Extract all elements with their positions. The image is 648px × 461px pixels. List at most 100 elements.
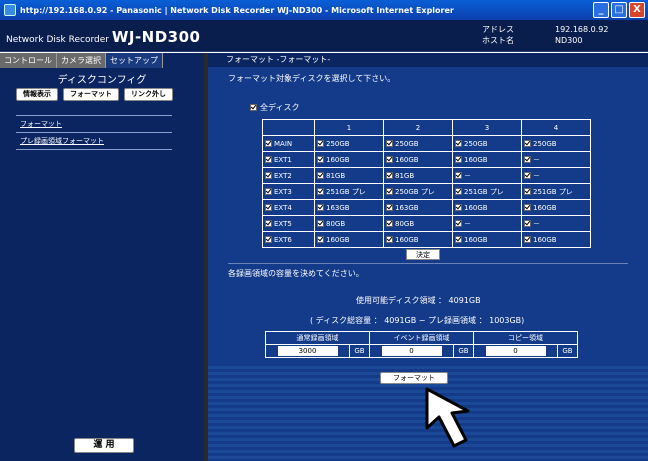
disk-checkbox[interactable] xyxy=(524,171,531,179)
sidebar-item-pre-record-format[interactable]: プレ録画領域フォーマット xyxy=(16,133,172,150)
disk-cell[interactable]: 81GB xyxy=(383,167,453,184)
tab-camera-select[interactable]: カメラ選択 xyxy=(57,53,106,68)
disk-checkbox[interactable] xyxy=(317,219,324,227)
disk-checkbox[interactable] xyxy=(524,155,531,163)
column-header xyxy=(262,119,315,136)
disk-checkbox[interactable] xyxy=(455,139,462,147)
row-label-cell[interactable]: EXT6 xyxy=(262,231,315,248)
disk-cell[interactable]: － xyxy=(452,167,522,184)
row-checkbox[interactable] xyxy=(265,203,272,211)
brand-prefix: Network Disk Recorder xyxy=(6,35,112,45)
disk-checkbox[interactable] xyxy=(386,235,393,243)
disk-checkbox[interactable] xyxy=(386,139,393,147)
decide-button[interactable]: 決定 xyxy=(406,249,440,260)
disk-cell[interactable]: － xyxy=(452,215,522,232)
ie-icon xyxy=(4,4,16,16)
disk-checkbox[interactable] xyxy=(455,219,462,227)
info-button[interactable]: 情報表示 xyxy=(16,88,58,101)
disk-checkbox[interactable] xyxy=(455,235,462,243)
row-checkbox[interactable] xyxy=(265,219,272,227)
disk-checkbox[interactable] xyxy=(455,187,462,195)
disk-cell[interactable]: 80GB xyxy=(383,215,453,232)
row-checkbox[interactable] xyxy=(265,235,272,243)
all-disks-option[interactable]: 全ディスク xyxy=(250,102,299,113)
disk-cell[interactable]: 251GB プレ xyxy=(452,183,522,200)
disk-checkbox[interactable] xyxy=(386,219,393,227)
disk-checkbox[interactable] xyxy=(317,155,324,163)
disk-cell[interactable]: 160GB xyxy=(383,231,453,248)
disk-capacity: 251GB プレ xyxy=(464,187,504,196)
disk-checkbox[interactable] xyxy=(524,187,531,195)
disk-checkbox[interactable] xyxy=(317,139,324,147)
disk-checkbox[interactable] xyxy=(524,219,531,227)
disk-cell[interactable]: 81GB xyxy=(314,167,384,184)
table-row: EXT4 163GB 163GB 160GB 160GB xyxy=(262,199,591,216)
disk-cell[interactable]: 250GB xyxy=(314,135,384,152)
sidebar-item-format[interactable]: フォーマット xyxy=(16,116,172,133)
disk-capacity: 80GB xyxy=(326,219,346,228)
table-row: EXT6 160GB 160GB 160GB 160GB xyxy=(262,231,591,248)
disk-checkbox[interactable] xyxy=(455,203,462,211)
disk-checkbox[interactable] xyxy=(317,187,324,195)
disk-checkbox[interactable] xyxy=(386,203,393,211)
disk-cell[interactable]: 160GB xyxy=(452,231,522,248)
disk-cell[interactable]: － xyxy=(521,215,591,232)
disk-cell[interactable]: 160GB xyxy=(383,151,453,168)
all-disks-checkbox[interactable] xyxy=(250,104,257,111)
disk-cell[interactable]: 251GB プレ xyxy=(521,183,591,200)
close-button[interactable]: X xyxy=(629,2,645,18)
disk-cell[interactable]: 163GB xyxy=(314,199,384,216)
maximize-button[interactable]: □ xyxy=(611,2,627,18)
row-label-cell[interactable]: EXT5 xyxy=(262,215,315,232)
disk-cell[interactable]: 250GB xyxy=(383,135,453,152)
row-label-cell[interactable]: EXT2 xyxy=(262,167,315,184)
disk-cell[interactable]: 250GB プレ xyxy=(383,183,453,200)
disk-cell[interactable]: 160GB xyxy=(452,151,522,168)
window-titlebar: http://192.168.0.92 - Panasonic | Networ… xyxy=(0,0,648,20)
disk-cell[interactable]: 163GB xyxy=(383,199,453,216)
row-label-cell[interactable]: EXT3 xyxy=(262,183,315,200)
event-record-input[interactable]: 0 xyxy=(381,346,442,356)
disk-cell[interactable]: 250GB xyxy=(452,135,522,152)
disk-capacity: 163GB xyxy=(326,203,350,212)
disk-cell[interactable]: － xyxy=(521,167,591,184)
disk-checkbox[interactable] xyxy=(524,139,531,147)
normal-record-input[interactable]: 3000 xyxy=(277,346,338,356)
row-checkbox[interactable] xyxy=(265,139,272,147)
disk-checkbox[interactable] xyxy=(317,171,324,179)
disk-cell[interactable]: 160GB xyxy=(452,199,522,216)
disk-checkbox[interactable] xyxy=(386,187,393,195)
disk-cell[interactable]: 80GB xyxy=(314,215,384,232)
disk-checkbox[interactable] xyxy=(524,235,531,243)
row-checkbox[interactable] xyxy=(265,171,272,179)
disk-checkbox[interactable] xyxy=(386,171,393,179)
unlink-button[interactable]: リンク外し xyxy=(124,88,173,101)
disk-cell[interactable]: － xyxy=(521,151,591,168)
minimize-button[interactable]: _ xyxy=(593,2,609,18)
unit-label: GB xyxy=(557,344,578,358)
copy-area-input[interactable]: 0 xyxy=(485,346,546,356)
tab-control[interactable]: コントロール xyxy=(0,53,57,68)
disk-checkbox[interactable] xyxy=(455,171,462,179)
disk-checkbox[interactable] xyxy=(317,203,324,211)
row-label-cell[interactable]: MAIN xyxy=(262,135,315,152)
disk-cell[interactable]: 160GB xyxy=(314,231,384,248)
format-tab-button[interactable]: フォーマット xyxy=(63,88,119,101)
disk-cell[interactable]: 250GB xyxy=(521,135,591,152)
disk-cell[interactable]: 160GB xyxy=(521,231,591,248)
disk-cell[interactable]: 160GB xyxy=(521,199,591,216)
row-checkbox[interactable] xyxy=(265,155,272,163)
run-button[interactable]: 運 用 xyxy=(74,438,134,453)
disk-cell[interactable]: 160GB xyxy=(314,151,384,168)
disk-checkbox[interactable] xyxy=(386,155,393,163)
disk-cell[interactable]: 251GB プレ xyxy=(314,183,384,200)
format-button[interactable]: フォーマット xyxy=(380,372,448,384)
disk-checkbox[interactable] xyxy=(524,203,531,211)
tab-setup[interactable]: セットアップ xyxy=(106,53,163,68)
disk-checkbox[interactable] xyxy=(317,235,324,243)
row-checkbox[interactable] xyxy=(265,187,272,195)
disk-checkbox[interactable] xyxy=(455,155,462,163)
normal-record-cell: 3000 xyxy=(265,344,350,358)
row-label-cell[interactable]: EXT1 xyxy=(262,151,315,168)
row-label-cell[interactable]: EXT4 xyxy=(262,199,315,216)
